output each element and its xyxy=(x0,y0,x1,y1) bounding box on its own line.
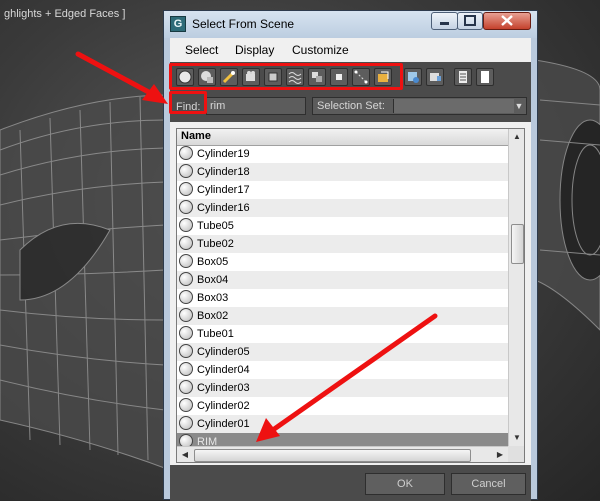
geometry-object-icon xyxy=(179,344,193,358)
geometry-object-icon xyxy=(179,326,193,340)
selection-set-label: Selection Set: xyxy=(317,100,385,112)
list-item[interactable]: Cylinder19 xyxy=(177,145,508,163)
horizontal-scroll-thumb[interactable] xyxy=(194,449,471,462)
geometry-object-icon xyxy=(179,398,193,412)
object-name: Box04 xyxy=(197,274,229,286)
menu-display[interactable]: Display xyxy=(235,43,274,57)
list-item[interactable]: Cylinder16 xyxy=(177,199,508,217)
selection-set-dropdown[interactable]: Selection Set: ▼ xyxy=(312,97,527,115)
list-item[interactable]: Tube01 xyxy=(177,325,508,343)
scroll-right-icon[interactable]: ▶ xyxy=(492,447,508,462)
list-item[interactable]: Box04 xyxy=(177,271,508,289)
vertical-scroll-thumb[interactable] xyxy=(511,224,524,264)
list-item[interactable]: Box05 xyxy=(177,253,508,271)
ok-button[interactable]: OK xyxy=(365,473,445,495)
title-bar[interactable]: G Select From Scene xyxy=(164,11,537,38)
menu-bar: Select Display Customize xyxy=(170,38,531,62)
dialog-client: Select Display Customize Find: rim Selec… xyxy=(170,38,531,501)
object-name: Cylinder17 xyxy=(197,184,250,196)
geometry-object-icon xyxy=(179,362,193,376)
list-item[interactable]: Box02 xyxy=(177,307,508,325)
object-name: Cylinder19 xyxy=(197,148,250,160)
scroll-left-icon[interactable]: ◀ xyxy=(177,447,193,462)
list-item[interactable]: Cylinder01 xyxy=(177,415,508,433)
geometry-object-icon xyxy=(179,146,193,160)
list-item[interactable]: Cylinder04 xyxy=(177,361,508,379)
menu-select[interactable]: Select xyxy=(185,43,218,57)
display-influences-button[interactable] xyxy=(476,68,494,86)
hidden-objects-icon xyxy=(430,73,441,81)
object-name: Box03 xyxy=(197,292,229,304)
geometry-object-icon xyxy=(179,236,193,250)
selection-set-value[interactable] xyxy=(393,99,514,113)
maximize-button[interactable] xyxy=(457,12,483,30)
object-name: Cylinder04 xyxy=(197,364,250,376)
find-input[interactable] xyxy=(206,97,306,115)
geometry-object-icon xyxy=(179,218,193,232)
geometry-object-icon xyxy=(179,164,193,178)
object-name: Box02 xyxy=(197,310,229,322)
scroll-up-icon[interactable]: ▲ xyxy=(509,129,524,145)
close-icon xyxy=(501,15,513,26)
object-name: Cylinder02 xyxy=(197,400,250,412)
list-header[interactable]: Name xyxy=(177,129,508,146)
list-item[interactable]: Cylinder18 xyxy=(177,163,508,181)
scroll-down-icon[interactable]: ▼ xyxy=(509,430,524,446)
geometry-object-icon xyxy=(179,272,193,286)
list-item[interactable]: Box03 xyxy=(177,289,508,307)
object-name: Cylinder18 xyxy=(197,166,250,178)
geometry-object-icon xyxy=(179,200,193,214)
geometry-object-icon xyxy=(179,308,193,322)
dialog-footer: OK Cancel xyxy=(170,465,531,501)
geometry-object-icon xyxy=(179,416,193,430)
object-name: Tube01 xyxy=(197,328,234,340)
dialog-title: Select From Scene xyxy=(192,17,295,31)
list-item[interactable]: Cylinder02 xyxy=(177,397,508,415)
find-highlight-box xyxy=(169,91,207,114)
display-children-icon xyxy=(459,71,467,83)
vertical-scrollbar[interactable]: ▲ ▼ xyxy=(508,129,524,446)
geometry-object-icon xyxy=(179,380,193,394)
list-item[interactable]: Cylinder17 xyxy=(177,181,508,199)
hidden-objects-button[interactable] xyxy=(426,68,444,86)
list-item[interactable]: Tube02 xyxy=(177,235,508,253)
object-name: Cylinder03 xyxy=(197,382,250,394)
frozen-objects-button[interactable] xyxy=(404,68,422,86)
object-name: Tube02 xyxy=(197,238,234,250)
object-name: Box05 xyxy=(197,256,229,268)
display-influences-icon xyxy=(481,71,489,83)
object-list: Name Cylinder19 Cylinder18 Cylinder17 Cylin… xyxy=(176,128,525,463)
column-header-name[interactable]: Name xyxy=(181,130,211,142)
app-icon: G xyxy=(170,16,186,32)
object-name: Cylinder01 xyxy=(197,418,250,430)
geometry-object-icon xyxy=(179,290,193,304)
display-children-button[interactable] xyxy=(454,68,472,86)
toolbar-highlight-box xyxy=(169,63,403,90)
list-item[interactable]: Tube05 xyxy=(177,217,508,235)
object-name: Tube05 xyxy=(197,220,234,232)
object-name: Cylinder05 xyxy=(197,346,250,358)
geometry-object-icon xyxy=(179,254,193,268)
frozen-objects-icon xyxy=(408,72,419,83)
cancel-button[interactable]: Cancel xyxy=(451,473,526,495)
close-button[interactable] xyxy=(483,12,531,30)
menu-customize[interactable]: Customize xyxy=(292,43,349,57)
minimize-icon xyxy=(440,22,449,25)
maximize-icon xyxy=(464,15,476,26)
list-item[interactable]: Cylinder03 xyxy=(177,379,508,397)
chevron-down-icon[interactable]: ▼ xyxy=(514,100,524,112)
list-rows: Cylinder19 Cylinder18 Cylinder17 Cylinder16… xyxy=(177,145,508,462)
viewport-label: ghlights + Edged Faces ] xyxy=(4,8,126,20)
horizontal-scrollbar[interactable]: ◀ ▶ xyxy=(177,446,508,462)
minimize-button[interactable] xyxy=(431,12,458,30)
find-bar: Find: Selection Set: ▼ xyxy=(170,92,531,122)
list-item[interactable]: Cylinder05 xyxy=(177,343,508,361)
scroll-corner xyxy=(508,446,524,462)
geometry-object-icon xyxy=(179,182,193,196)
object-name: Cylinder16 xyxy=(197,202,250,214)
